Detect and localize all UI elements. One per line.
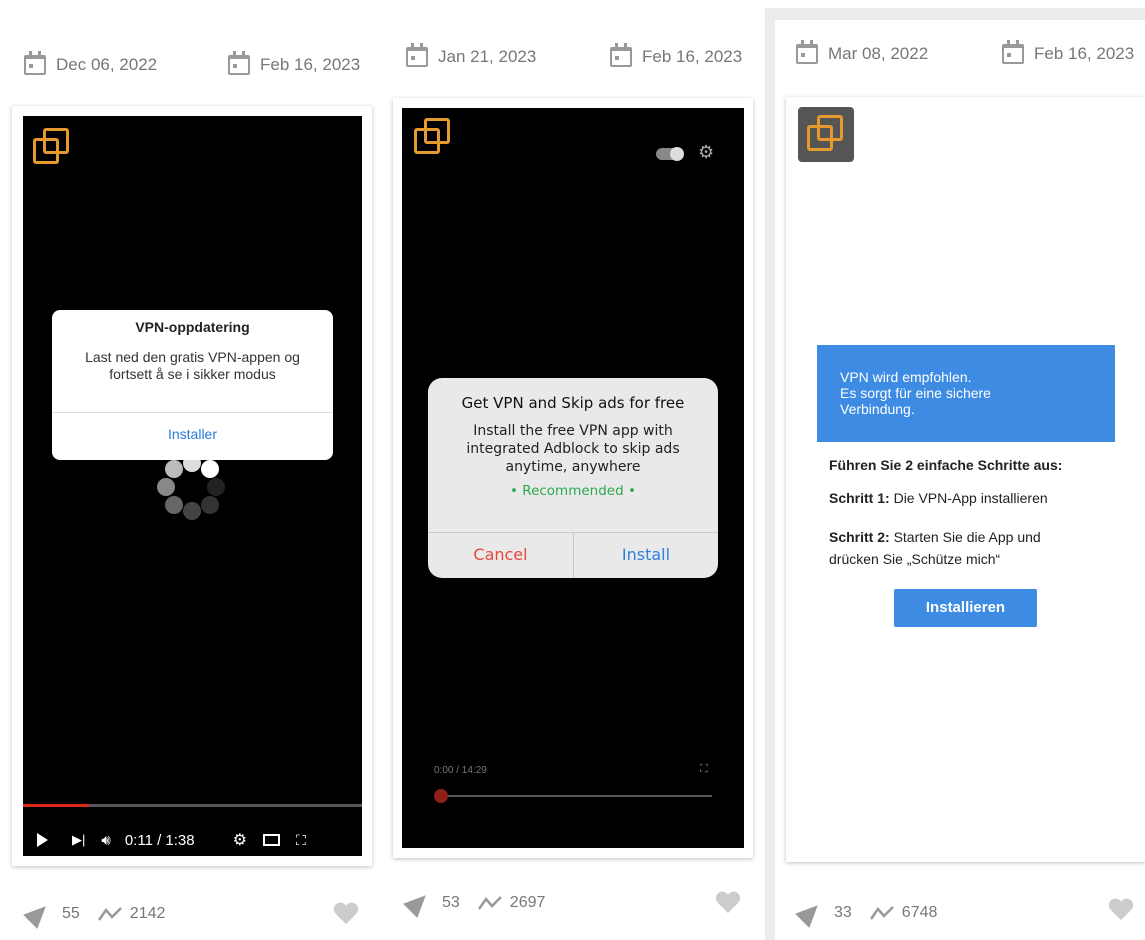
- video-progress-track[interactable]: [436, 795, 712, 797]
- video-player-screen-1: ▶| 🔊︎ 0:11 / 1:38 ⚙ ⛶: [23, 116, 362, 856]
- settings-gear-icon[interactable]: ⚙: [698, 142, 714, 163]
- view-count: 2697: [509, 894, 546, 911]
- settings-icon[interactable]: ⚙: [233, 830, 247, 850]
- calendar-icon: [406, 43, 428, 67]
- step-1-text: Die VPN-App installieren: [889, 490, 1048, 506]
- date-updated-text: Feb 16, 2023: [1034, 44, 1135, 63]
- app-logo-icon: [414, 116, 454, 156]
- autoplay-toggle[interactable]: [656, 147, 684, 161]
- get-vpn-dialog: Get VPN and Skip ads for free Install th…: [428, 378, 718, 578]
- vpn-update-dialog: VPN-oppdatering Last ned den gratis VPN-…: [52, 310, 333, 460]
- dialog-title: Get VPN and Skip ads for free: [461, 394, 685, 412]
- date-updated: Feb 16, 2023: [228, 51, 361, 75]
- dialog-divider: [52, 412, 333, 413]
- fullscreen-icon[interactable]: ⛶: [296, 832, 306, 849]
- calendar-icon: [228, 51, 250, 75]
- dialog-title: VPN-oppdatering: [135, 319, 250, 335]
- install-button[interactable]: Installer: [52, 426, 333, 442]
- screenshot-card-3[interactable]: [786, 97, 1145, 862]
- date-updated-text: Feb 16, 2023: [260, 55, 361, 74]
- share-count: 53: [442, 894, 460, 911]
- cancel-button[interactable]: Cancel: [428, 545, 573, 564]
- video-time: 0:11 / 1:38: [124, 831, 195, 849]
- steps-heading: Führen Sie 2 einfache Schritte aus:: [829, 457, 1063, 473]
- video-time: 0:00 / 14:29: [434, 765, 487, 776]
- like-heart-icon[interactable]: [715, 892, 741, 916]
- like-heart-icon[interactable]: [333, 903, 359, 927]
- step-1: Schritt 1: Die VPN-App installieren: [829, 487, 1048, 509]
- app-logo-icon: [807, 113, 847, 153]
- view-count: 2142: [129, 905, 166, 922]
- trend-icon: [869, 906, 894, 920]
- volume-icon[interactable]: 🔊︎: [101, 832, 110, 849]
- installieren-button[interactable]: Installieren: [894, 589, 1037, 627]
- calendar-icon: [796, 40, 818, 64]
- step-2-label: Schritt 2:: [829, 529, 890, 545]
- date-updated: Feb 16, 2023: [610, 43, 743, 67]
- view-count: 6748: [901, 904, 938, 921]
- fullscreen-icon[interactable]: ⛶: [700, 763, 708, 776]
- trend-icon: [97, 907, 122, 921]
- card-stats-1: 55 2142: [23, 899, 166, 929]
- date-created: Mar 08, 2022: [796, 40, 929, 64]
- dialog-message: Last ned den gratis VPN-appen og fortset…: [85, 349, 300, 382]
- banner-line-1: VPN wird empfohlen.: [840, 369, 972, 385]
- loading-spinner-icon: [151, 454, 231, 534]
- date-created-text: Jan 21, 2023: [438, 47, 537, 66]
- banner-line-2: Es sorgt für eine sichere: [840, 385, 991, 401]
- step-1-label: Schritt 1:: [829, 490, 890, 506]
- banner-line-3: Verbindung.: [840, 401, 915, 417]
- rocket-icon: [795, 898, 825, 928]
- step-2-text-line-2: drücken Sie „Schütze mich“: [829, 551, 1001, 567]
- share-count: 33: [834, 904, 852, 921]
- like-heart-icon[interactable]: [1108, 899, 1134, 923]
- rocket-icon: [23, 899, 53, 929]
- app-logo-tile: [798, 107, 854, 162]
- step-2-text: Starten Sie die App und: [889, 529, 1041, 545]
- install-button[interactable]: Install: [574, 545, 718, 564]
- theater-mode-icon[interactable]: [262, 834, 280, 846]
- video-progress-bar[interactable]: [23, 804, 362, 807]
- vpn-recommended-banner: VPN wird empfohlen. Es sorgt für eine si…: [817, 345, 1115, 442]
- card-stats-3: 33 6748: [795, 898, 938, 928]
- play-icon[interactable]: [37, 833, 48, 847]
- next-icon[interactable]: ▶|: [72, 832, 85, 848]
- date-created: Dec 06, 2022: [24, 51, 158, 75]
- date-updated-text: Feb 16, 2023: [642, 47, 743, 66]
- video-progress-thumb[interactable]: [434, 789, 448, 803]
- date-updated: Feb 16, 2023: [1002, 40, 1135, 64]
- date-created-text: Dec 06, 2022: [56, 55, 158, 74]
- calendar-icon: [24, 51, 46, 75]
- app-logo-icon: [33, 126, 73, 166]
- card-stats-2: 53 2697: [403, 888, 546, 918]
- date-created: Jan 21, 2023: [406, 43, 537, 67]
- player-controls: ▶| 🔊︎ 0:11 / 1:38 ⚙ ⛶: [37, 828, 352, 852]
- date-created-text: Mar 08, 2022: [828, 44, 929, 63]
- rocket-icon: [403, 888, 433, 918]
- recommended-label: • Recommended •: [510, 483, 636, 499]
- calendar-icon: [610, 43, 632, 67]
- trend-icon: [477, 896, 502, 910]
- video-progress-fill: [23, 804, 89, 807]
- calendar-icon: [1002, 40, 1024, 64]
- step-2: Schritt 2: Starten Sie die App und drück…: [829, 526, 1041, 570]
- share-count: 55: [62, 905, 80, 922]
- dialog-message: Install the free VPN app with integrated…: [466, 423, 680, 475]
